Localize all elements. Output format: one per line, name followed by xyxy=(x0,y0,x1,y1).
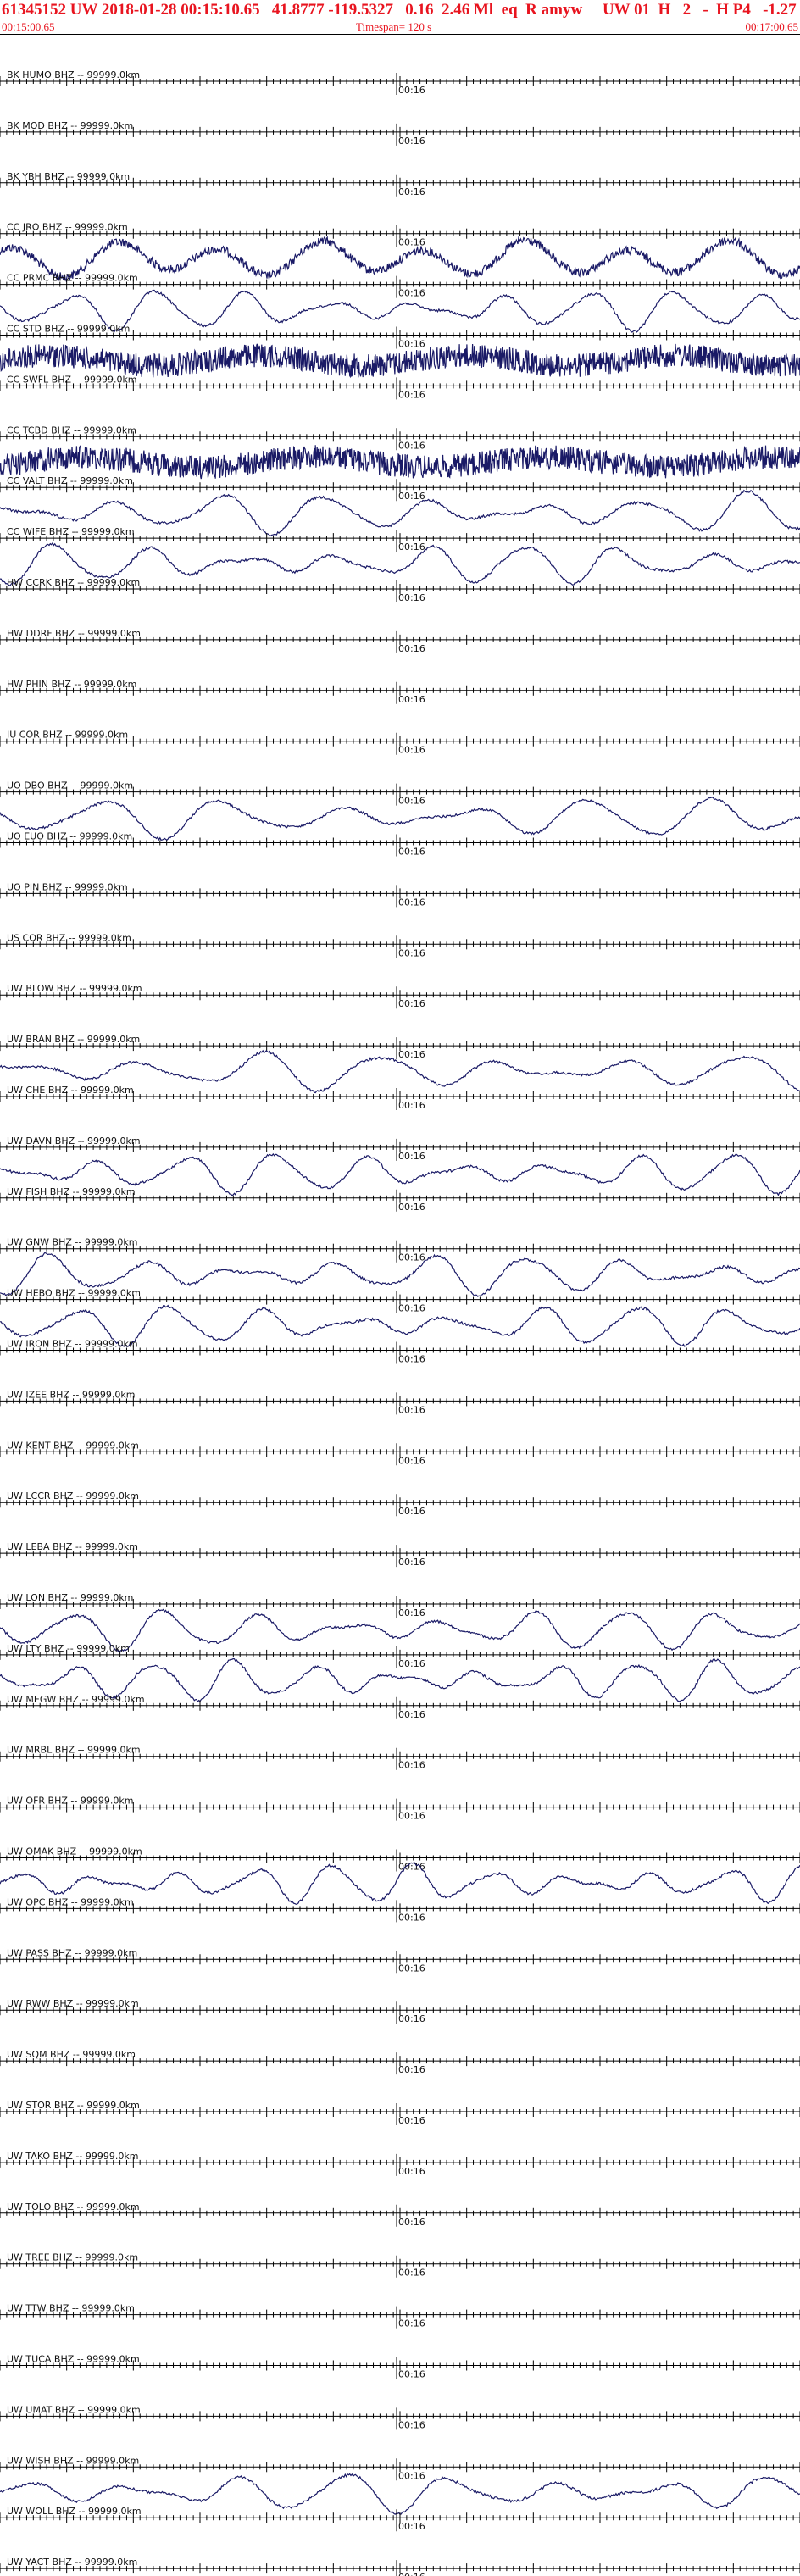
minute-label: 00:16 xyxy=(398,1607,425,1618)
minute-label: 00:16 xyxy=(398,186,425,197)
station-label: UW OPC BHZ -- 99999.0km xyxy=(7,1896,134,1907)
station-label: BK MOD BHZ -- 99999.0km xyxy=(7,120,133,131)
minute-label: 00:16 xyxy=(398,1049,425,1060)
minute-label: 00:16 xyxy=(398,2013,425,2024)
station-label: UW SQM BHZ -- 99999.0km xyxy=(7,2049,136,2060)
trace-row: UW PASS BHZ -- 99999.0km00:16 xyxy=(0,1947,800,1974)
minute-label: 00:16 xyxy=(398,847,425,858)
station-label: US COR BHZ -- 99999.0km xyxy=(7,932,131,943)
trace-row: UW OFR BHZ -- 99999.0km 00:16 xyxy=(0,1796,800,1822)
station-label: UW MEGW BHZ -- 99999.0km xyxy=(7,1694,145,1705)
station-label: UW LON BHZ -- 99999.0km xyxy=(7,1592,133,1603)
minute-label: 00:16 xyxy=(398,541,425,552)
minute-label: 00:16 xyxy=(398,1811,425,1822)
record-header: 61345152 UW 2018-01-28 00:15:10.65 41.87… xyxy=(0,0,800,35)
station-label: CC TCBD BHZ -- 99999.0km xyxy=(7,425,136,436)
station-label: UW OFR BHZ -- 99999.0km xyxy=(7,1796,133,1807)
trace-row: UW OPC BHZ -- 99999.0km 00:16 xyxy=(0,1896,800,1923)
minute-label: 00:16 xyxy=(398,339,425,350)
station-label: UO DBO BHZ -- 99999.0km xyxy=(7,780,133,791)
trace-row: UO EUO BHZ -- 99999.0km00:16 xyxy=(0,831,800,858)
trace-row: UW LCCR BHZ -- 99999.0km00:16 xyxy=(0,1491,800,1517)
station-label: UO PIN BHZ -- 99999.0km xyxy=(7,881,128,892)
start-time: 00:15:00.65 xyxy=(2,20,55,33)
minute-label: 00:16 xyxy=(398,1100,425,1111)
trace-row: IU COR BHZ -- 99999.0km 00:16 xyxy=(0,730,800,756)
minute-label: 00:16 xyxy=(398,1151,425,1162)
trace-row: UW BLOW BHZ -- 99999.0km00:16 xyxy=(0,983,800,1009)
trace-row: UW MEGW BHZ -- 99999.0km 00:16 xyxy=(0,1694,800,1720)
trace-row: UW SQM BHZ -- 99999.0km00:16 xyxy=(0,2049,800,2075)
minute-label: 00:16 xyxy=(398,1963,425,1974)
minute-label: 00:16 xyxy=(398,1455,425,1466)
minute-label: 00:16 xyxy=(398,897,425,908)
trace-row: UW LTY BHZ -- 99999.0km 00:16 xyxy=(0,1643,800,1703)
station-label: CC STD BHZ -- 99999.0km xyxy=(7,324,130,335)
station-label: UW LTY BHZ -- 99999.0km xyxy=(7,1643,130,1654)
station-label: BK YBH BHZ -- 99999.0km xyxy=(7,171,130,182)
trace-row: BK HUMO BHZ -- 99999.0km00:16 xyxy=(0,69,800,96)
trace-row: CC STD BHZ -- 99999.0km 00:16 xyxy=(0,324,800,379)
trace-row: UW IZEE BHZ -- 99999.0km 00:16 xyxy=(0,1389,800,1415)
trace-row: BK YBH BHZ -- 99999.0km 00:16 xyxy=(0,171,800,197)
minute-label: 00:16 xyxy=(398,389,425,400)
trace-row: UO PIN BHZ -- 99999.0km 00:16 xyxy=(0,881,800,908)
minute-label: 00:16 xyxy=(398,1404,425,1415)
trace-row: UW CHE BHZ -- 99999.0km 00:16 xyxy=(0,1085,800,1111)
event-title: 61345152 UW 2018-01-28 00:15:10.65 41.87… xyxy=(2,1,798,19)
end-time: 00:17:00.65 xyxy=(745,20,798,33)
trace-row: UW IRON BHZ -- 99999.0km00:16 xyxy=(0,1339,800,1365)
minute-label: 00:16 xyxy=(398,1202,425,1213)
minute-label: 00:16 xyxy=(398,440,425,451)
minute-label: 00:16 xyxy=(398,288,425,299)
trace-row: UW KENT BHZ -- 99999.0km00:16 xyxy=(0,1440,800,1466)
minute-label: 00:16 xyxy=(398,796,425,807)
station-label: CC WIFE BHZ -- 99999.0km xyxy=(7,526,135,537)
minute-label: 00:16 xyxy=(398,694,425,705)
minute-label: 00:16 xyxy=(398,1303,425,1314)
minute-label: 00:16 xyxy=(398,1709,425,1720)
minute-label: 00:16 xyxy=(398,1557,425,1568)
trace-row: BK MOD BHZ -- 99999.0km 00:16 xyxy=(0,120,800,147)
seismogram-plot: BK HUMO BHZ -- 99999.0km00:16 BK MOD BHZ … xyxy=(0,34,800,2576)
station-label: UW FISH BHZ -- 99999.0km xyxy=(7,1186,136,1197)
trace-row: US COR BHZ -- 99999.0km 00:16 xyxy=(0,932,800,958)
minute-label: 00:16 xyxy=(398,85,425,96)
station-label: UW IZEE BHZ -- 99999.0km xyxy=(7,1389,135,1400)
minute-label: 00:16 xyxy=(398,1760,425,1771)
minute-label: 00:16 xyxy=(398,136,425,147)
trace-row: UW LEBA BHZ -- 99999.0km00:16 xyxy=(0,1541,800,1568)
minute-label: 00:16 xyxy=(398,592,425,603)
timespan-label: Timespan= 120 s xyxy=(356,20,432,33)
minute-label: 00:16 xyxy=(398,998,425,1009)
minute-label: 00:16 xyxy=(398,1658,425,1669)
minute-label: 00:16 xyxy=(398,491,425,502)
station-label: CC JRO BHZ -- 99999.0km xyxy=(7,222,128,233)
minute-label: 00:16 xyxy=(398,1506,425,1517)
minute-label: 00:16 xyxy=(398,947,425,958)
minute-label: 00:16 xyxy=(398,1354,425,1365)
trace-row: UW RWW BHZ -- 99999.0km00:16 xyxy=(0,1998,800,2024)
minute-label: 00:16 xyxy=(398,643,425,654)
trace-row: HW DDRF BHZ -- 99999.0km00:16 xyxy=(0,628,800,654)
trace-row: UW OMAK BHZ -- 99999.0km00:16 xyxy=(0,1846,800,1905)
trace-row: UW MRBL BHZ -- 99999.0km00:16 xyxy=(0,1745,800,1771)
trace-row: CC SWFL BHZ -- 99999.0km00:16 xyxy=(0,374,800,400)
station-label: IU COR BHZ -- 99999.0km xyxy=(7,730,128,741)
trace-row: HW CCRK BHZ -- 99999.0km00:16 xyxy=(0,577,800,603)
trace-row: CC TCBD BHZ -- 99999.0km 00:16 xyxy=(0,425,800,480)
trace-row: UW FISH BHZ -- 99999.0km 00:16 xyxy=(0,1186,800,1213)
minute-label: 00:16 xyxy=(398,1252,425,1263)
trace-row: HW PHIN BHZ -- 99999.0km00:16 xyxy=(0,679,800,705)
station-label: UW CHE BHZ -- 99999.0km xyxy=(7,1085,134,1096)
station-label: CC VALT BHZ -- 99999.0km xyxy=(7,475,133,486)
minute-label: 00:16 xyxy=(398,745,425,756)
minute-label: 00:16 xyxy=(398,1912,425,1923)
